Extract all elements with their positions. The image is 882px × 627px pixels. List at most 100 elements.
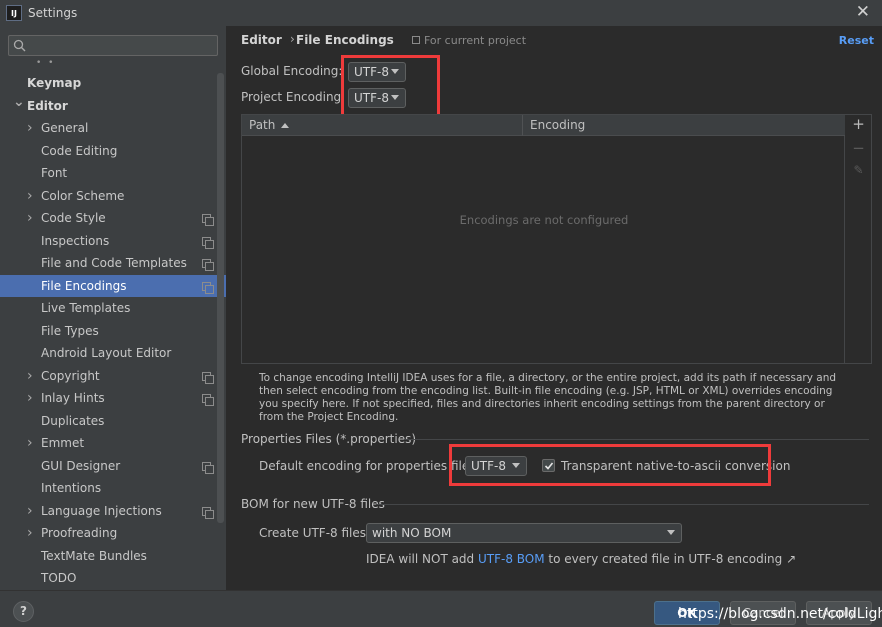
global-encoding-dropdown[interactable]: UTF-8 — [348, 62, 406, 82]
sidebar-item-font[interactable]: Font — [0, 162, 226, 185]
window-title: Settings — [28, 6, 78, 20]
sidebar-item-file-types[interactable]: File Types — [0, 320, 226, 343]
chevron-right-icon[interactable]: › — [27, 117, 33, 140]
sidebar-item-label: File Encodings — [41, 278, 127, 293]
sidebar-item-label: File and Code Templates — [41, 256, 187, 270]
help-button[interactable]: ? — [13, 601, 34, 622]
bom-note: IDEA will NOT add UTF-8 BOM to every cre… — [366, 552, 796, 566]
sidebar-item-language-injections[interactable]: › Language Injections — [0, 500, 226, 523]
sidebar-item-live-templates[interactable]: Live Templates — [0, 297, 226, 320]
sidebar-item-intentions[interactable]: Intentions — [0, 477, 226, 500]
sidebar-item-file-encodings[interactable]: File Encodings — [0, 274, 226, 297]
sidebar-item-label: Code Editing — [41, 143, 118, 158]
sidebar-item-code-style[interactable]: › Code Style — [0, 207, 226, 230]
utf8-bom-link[interactable]: UTF-8 BOM — [478, 552, 545, 566]
empty-table-message: Encodings are not configured — [459, 213, 629, 227]
bom-note-suffix: to every created file in UTF-8 encoding … — [544, 552, 797, 566]
chevron-right-icon[interactable]: › — [27, 185, 33, 208]
project-encoding-dropdown[interactable]: UTF-8 — [348, 88, 406, 108]
sidebar-item-copyright[interactable]: › Copyright — [0, 365, 226, 388]
sidebar-item-gui-designer[interactable]: GUI Designer — [0, 455, 226, 478]
settings-content: Editor › File Encodings For current proj… — [226, 26, 882, 590]
settings-tree: Keymap ⌄ Editor › General Code Editing Font › Co… — [0, 72, 226, 590]
sidebar-item-textmate-bundles[interactable]: TextMate Bundles — [0, 545, 226, 568]
ok-button[interactable]: OK — [654, 601, 720, 625]
column-encoding-label: Encoding — [530, 118, 586, 132]
sidebar-item-label: Android Layout Editor — [41, 346, 172, 360]
sidebar-item-proofreading[interactable]: › Proofreading — [0, 522, 226, 545]
reset-link[interactable]: Reset — [839, 34, 874, 47]
breadcrumb-parent[interactable]: Editor — [241, 33, 282, 47]
sidebar-item-todo[interactable]: TODO — [0, 567, 226, 590]
add-icon[interactable]: + — [845, 115, 872, 133]
sidebar-item-label: Color Scheme — [41, 188, 125, 203]
sidebar-item-general[interactable]: › General — [0, 117, 226, 140]
bom-note-prefix: IDEA will NOT add — [366, 552, 478, 566]
chevron-down-icon — [512, 463, 520, 468]
breadcrumb-separator: › — [290, 32, 295, 46]
chevron-down-icon — [391, 95, 399, 100]
sidebar-item-label: Copyright — [41, 368, 100, 383]
chevron-down-icon[interactable]: ⌄ — [13, 91, 25, 114]
sidebar-item-label: GUI Designer — [41, 458, 121, 473]
sidebar-item-keymap[interactable]: Keymap — [0, 72, 226, 95]
create-utf8-value: with NO BOM — [372, 526, 452, 540]
dialog-footer: ? OK Cancel Apply https://blog.csdn.net/… — [0, 590, 882, 627]
sidebar-item-label: Inspections — [41, 233, 110, 248]
chevron-right-icon[interactable]: › — [27, 522, 33, 545]
project-encoding-value: UTF-8 — [354, 91, 389, 105]
chevron-right-icon[interactable]: › — [27, 207, 33, 230]
section-separator — [404, 439, 869, 440]
project-scope-icon — [202, 259, 214, 271]
sidebar-item-label: Intentions — [41, 481, 102, 495]
sidebar-item-file-and-code-templates[interactable]: File and Code Templates — [0, 252, 226, 275]
sidebar-item-label: Keymap — [27, 76, 82, 90]
project-scope-icon — [202, 371, 214, 384]
column-header-encoding[interactable]: Encoding — [523, 115, 845, 136]
sidebar-item-inspections[interactable]: Inspections — [0, 230, 226, 253]
create-utf8-dropdown[interactable]: with NO BOM — [366, 523, 682, 543]
apply-button[interactable]: Apply — [806, 601, 872, 625]
section-separator — [376, 504, 869, 505]
native-to-ascii-checkbox[interactable] — [542, 459, 555, 472]
sidebar-item-label: Inlay Hints — [41, 391, 105, 405]
intellij-logo-icon: IJ — [6, 5, 22, 21]
properties-encoding-dropdown[interactable]: UTF-8 — [465, 456, 527, 476]
sort-ascending-icon — [281, 123, 290, 128]
edit-icon[interactable]: ✎ — [845, 163, 872, 177]
sidebar-item-duplicates[interactable]: Duplicates — [0, 410, 226, 433]
sidebar-scrollbar[interactable] — [217, 73, 224, 523]
sidebar-item-emmet[interactable]: › Emmet — [0, 432, 226, 455]
sidebar-item-label: Live Templates — [41, 301, 131, 315]
properties-encoding-value: UTF-8 — [471, 459, 506, 473]
column-path-label: Path — [249, 118, 276, 132]
chevron-right-icon[interactable]: › — [27, 387, 33, 410]
search-input[interactable] — [8, 35, 218, 56]
sidebar-item-inlay-hints[interactable]: › Inlay Hints — [0, 387, 226, 410]
settings-sidebar: • • Keymap ⌄ Editor › General Code Editing Fon… — [0, 26, 226, 590]
sidebar-item-label: Proofreading — [41, 526, 118, 540]
close-icon[interactable]: ✕ — [856, 3, 870, 21]
chevron-right-icon[interactable]: › — [27, 500, 33, 523]
column-header-path[interactable]: Path — [242, 115, 523, 136]
project-encoding-label: Project Encoding: — [241, 90, 346, 104]
sidebar-item-code-editing[interactable]: Code Editing — [0, 140, 226, 163]
path-encoding-table: Path Encoding Encodings are not configur… — [241, 114, 845, 364]
sidebar-item-label: Font — [41, 166, 68, 180]
project-scope-icon — [202, 281, 214, 294]
chevron-right-icon[interactable]: › — [27, 432, 33, 455]
sidebar-item-editor[interactable]: ⌄ Editor — [0, 94, 226, 118]
chevron-right-icon[interactable]: › — [27, 365, 33, 388]
scope-label: For current project — [424, 34, 527, 47]
checkmark-icon — [544, 462, 554, 470]
project-scope-icon — [202, 236, 214, 249]
native-to-ascii-label[interactable]: Transparent native-to-ascii conversion — [561, 459, 790, 473]
sidebar-item-color-scheme[interactable]: › Color Scheme — [0, 185, 226, 208]
sidebar-item-label: Code Style — [41, 211, 106, 225]
remove-icon[interactable]: − — [845, 139, 872, 157]
bom-section-title: BOM for new UTF-8 files — [241, 497, 385, 511]
cancel-button[interactable]: Cancel — [730, 601, 796, 625]
sidebar-item-android-layout-editor[interactable]: Android Layout Editor — [0, 342, 226, 365]
sidebar-item-label: Duplicates — [41, 413, 105, 428]
breadcrumb-current: File Encodings — [296, 33, 394, 47]
